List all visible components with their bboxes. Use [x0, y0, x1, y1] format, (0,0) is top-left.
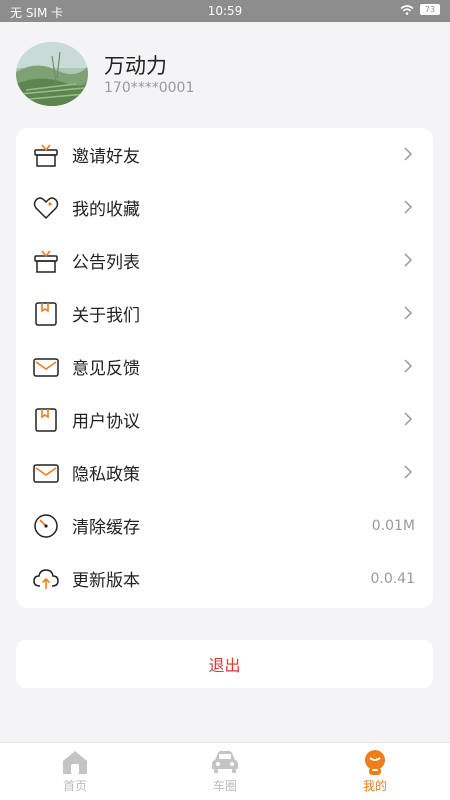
wifi-icon: [400, 4, 414, 15]
profile-header[interactable]: 万动力 170****0001: [0, 22, 450, 122]
status-bar: 无 SIM 卡 10:59 73: [0, 0, 450, 22]
chevron-right-icon: [404, 200, 413, 214]
tab-car-circle[interactable]: 车圈: [175, 749, 275, 794]
menu-item-label: 我的收藏: [72, 200, 140, 220]
chevron-right-icon: [404, 359, 413, 373]
cache-size-value: 0.01M: [371, 517, 415, 534]
menu-item-about-us[interactable]: 关于我们: [16, 287, 433, 340]
logout-button[interactable]: 退出: [16, 640, 433, 688]
menu-item-clear-cache[interactable]: 清除缓存 0.01M: [16, 499, 433, 552]
menu-item-label: 邀请好友: [72, 147, 140, 167]
cloud-upload-icon: [33, 569, 59, 589]
battery-icon: 73: [420, 4, 440, 15]
car-icon: [212, 751, 238, 773]
tab-label: 我的: [362, 779, 387, 793]
user-phone: 170****0001: [104, 80, 195, 96]
tab-bar: 首页 车圈 我的: [0, 742, 450, 800]
menu-item-privacy-policy[interactable]: 隐私政策: [16, 446, 433, 499]
tab-label: 首页: [62, 779, 87, 793]
tab-home[interactable]: 首页: [25, 749, 125, 794]
chevron-right-icon: [404, 253, 413, 267]
menu-item-favorites[interactable]: 我的收藏: [16, 181, 433, 234]
bookmark-icon: [35, 302, 57, 326]
tab-mine[interactable]: 我的: [325, 749, 425, 794]
gift-icon: [34, 144, 58, 167]
menu-item-label: 意见反馈: [72, 359, 140, 379]
avatar[interactable]: [16, 42, 88, 106]
menu-item-label: 关于我们: [72, 306, 140, 326]
menu-item-label: 公告列表: [72, 253, 140, 273]
clock: 10:59: [207, 4, 243, 18]
menu-item-label: 隐私政策: [72, 465, 140, 485]
heart-icon: [33, 197, 59, 220]
gift-icon: [34, 250, 58, 273]
menu-card: 邀请好友 我的收藏 公告列表 关于我们 意见反馈 用户协议 隐私政策 清除缓存 …: [16, 128, 433, 608]
version-value: 0.0.41: [370, 570, 415, 587]
menu-item-announcements[interactable]: 公告列表: [16, 234, 433, 287]
chevron-right-icon: [404, 147, 413, 161]
profile-icon: [365, 750, 385, 775]
gauge-icon: [34, 514, 58, 538]
menu-item-feedback[interactable]: 意见反馈: [16, 340, 433, 393]
mail-icon: [33, 464, 59, 483]
mail-icon: [33, 358, 59, 377]
menu-item-user-agreement[interactable]: 用户协议: [16, 393, 433, 446]
menu-item-label: 用户协议: [72, 412, 140, 432]
status-icons: 73: [400, 4, 440, 15]
user-name: 万动力: [104, 54, 167, 78]
chevron-right-icon: [404, 412, 413, 426]
bookmark-icon: [35, 408, 57, 432]
menu-item-invite-friends[interactable]: 邀请好友: [16, 128, 433, 181]
menu-item-label: 更新版本: [72, 571, 140, 591]
tab-label: 车圈: [212, 779, 237, 793]
home-icon: [63, 751, 87, 774]
menu-item-label: 清除缓存: [72, 518, 140, 538]
chevron-right-icon: [404, 465, 413, 479]
menu-item-update-version[interactable]: 更新版本 0.0.41: [16, 552, 433, 605]
chevron-right-icon: [404, 306, 413, 320]
